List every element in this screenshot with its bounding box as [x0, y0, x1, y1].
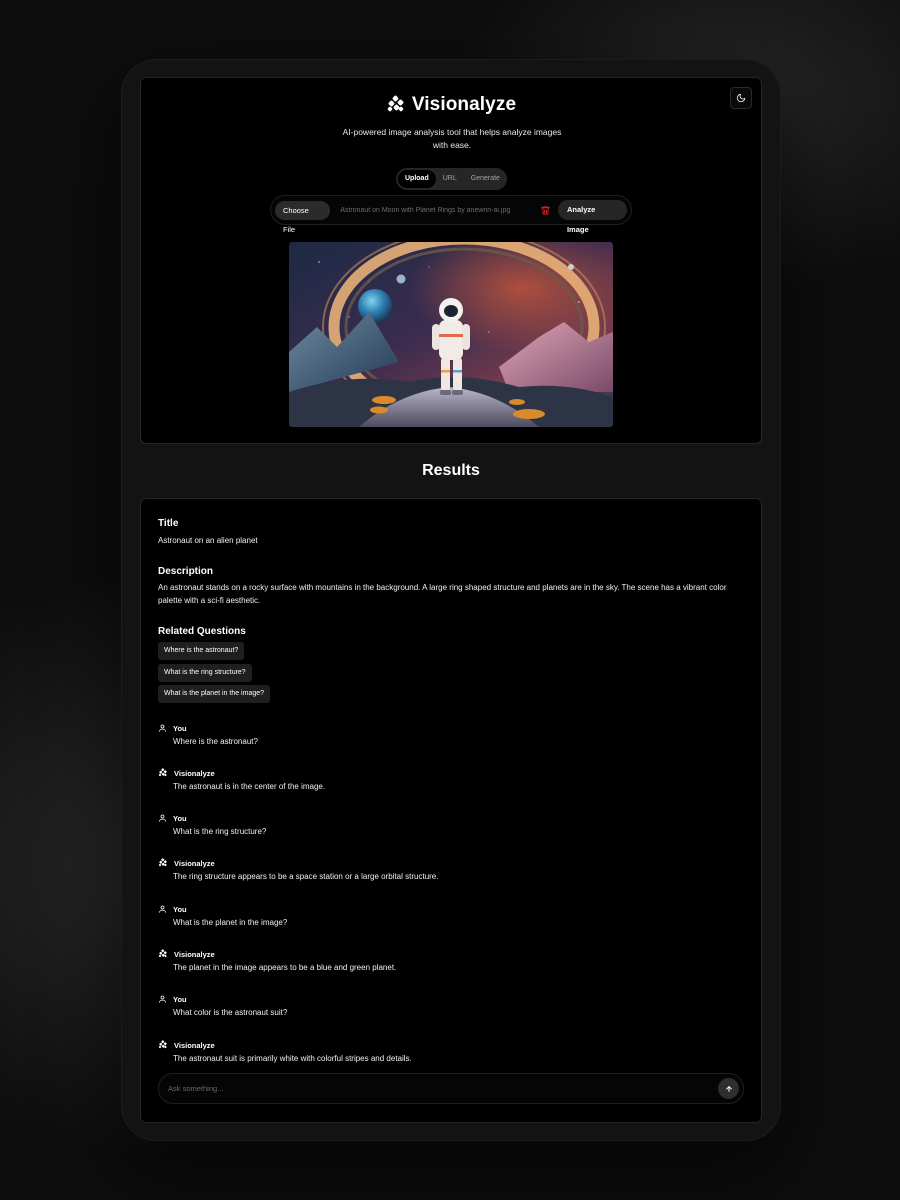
image-preview: [289, 242, 613, 427]
related-question-chip[interactable]: Where is the astronaut?: [158, 642, 245, 660]
chat-message: Visionalyze The ring structure appears t…: [158, 857, 438, 881]
message-author: You: [173, 904, 187, 914]
app-title: Visionalyze: [411, 94, 517, 115]
trash-icon: [540, 205, 550, 215]
message-text: The astronaut is in the center of the im…: [173, 782, 326, 791]
message-author: Visionalyze: [174, 858, 215, 868]
app-window: Visionalyze AI-powered image analysis to…: [122, 60, 780, 1140]
tab-url[interactable]: URL: [436, 170, 464, 188]
message-text: The astronaut suit is primarily white wi…: [173, 1054, 412, 1063]
arrow-up-icon: [725, 1085, 732, 1092]
message-text: Where is the astronaut?: [173, 737, 258, 746]
user-icon: [159, 905, 166, 913]
logo-icon: [158, 768, 167, 777]
description-label: Description: [158, 566, 214, 577]
message-text: What is the planet in the image?: [173, 918, 288, 927]
chat-message: You What is the ring structure?: [158, 812, 266, 836]
user-icon: [159, 724, 166, 732]
user-icon: [159, 995, 166, 1003]
message-text: The planet in the image appears to be a …: [173, 963, 397, 972]
logo-icon: [158, 1040, 167, 1049]
logo-icon: [158, 949, 167, 958]
title-label: Title: [158, 518, 179, 529]
input-mode-tabs: Upload URL Generate: [396, 168, 507, 190]
ask-input[interactable]: [168, 1084, 718, 1093]
chat-message: Visionalyze The astronaut suit is primar…: [158, 1039, 412, 1063]
analyze-image-button[interactable]: Analyze Image: [557, 200, 627, 234]
related-questions-label: Related Questions: [158, 626, 246, 637]
related-question-chip[interactable]: What is the ring structure?: [158, 664, 252, 682]
chat-input-bar: [158, 1073, 744, 1104]
upload-card: Visionalyze AI-powered image analysis to…: [140, 77, 762, 444]
chat-message: Visionalyze The astronaut is in the cent…: [158, 767, 325, 791]
related-question-chip[interactable]: What is the planet in the image?: [158, 685, 271, 703]
message-author: You: [173, 994, 187, 1004]
message-author: Visionalyze: [174, 768, 215, 778]
user-icon: [159, 814, 166, 822]
send-button[interactable]: [718, 1078, 739, 1099]
tagline: AI-powered image analysis tool that help…: [342, 127, 562, 150]
logo-icon: [387, 95, 404, 112]
results-heading: Results: [422, 462, 480, 479]
choose-file-button[interactable]: Choose File: [275, 200, 331, 234]
selected-file-name: Astronaut on Moon with Planet Rings by a…: [340, 206, 511, 214]
description-value: An astronaut stands on a rocky surface w…: [158, 583, 727, 605]
message-author: You: [173, 723, 187, 733]
tab-upload[interactable]: Upload: [398, 170, 436, 188]
message-author: Visionalyze: [174, 1040, 215, 1050]
message-author: Visionalyze: [174, 949, 215, 959]
message-text: What color is the astronaut suit?: [173, 1008, 288, 1017]
file-input-bar: Choose File Astronaut on Moon with Plane…: [270, 195, 632, 234]
title-value: Astronaut on an alien planet: [158, 536, 258, 545]
message-text: The ring structure appears to be a space…: [173, 872, 439, 881]
logo-icon: [158, 858, 167, 867]
tab-generate[interactable]: Generate: [464, 170, 507, 188]
message-author: You: [173, 813, 187, 823]
chat-message: Visionalyze The planet in the image appe…: [158, 948, 396, 972]
brand: Visionalyze: [141, 94, 761, 116]
results-card: Title Astronaut on an alien planet Descr…: [140, 498, 762, 1123]
message-text: What is the ring structure?: [173, 827, 267, 836]
chat-message: You What color is the astronaut suit?: [158, 993, 287, 1017]
chat-message: You Where is the astronaut?: [158, 722, 258, 746]
chat-message: You What is the planet in the image?: [158, 903, 287, 927]
delete-file-button[interactable]: [538, 203, 552, 217]
